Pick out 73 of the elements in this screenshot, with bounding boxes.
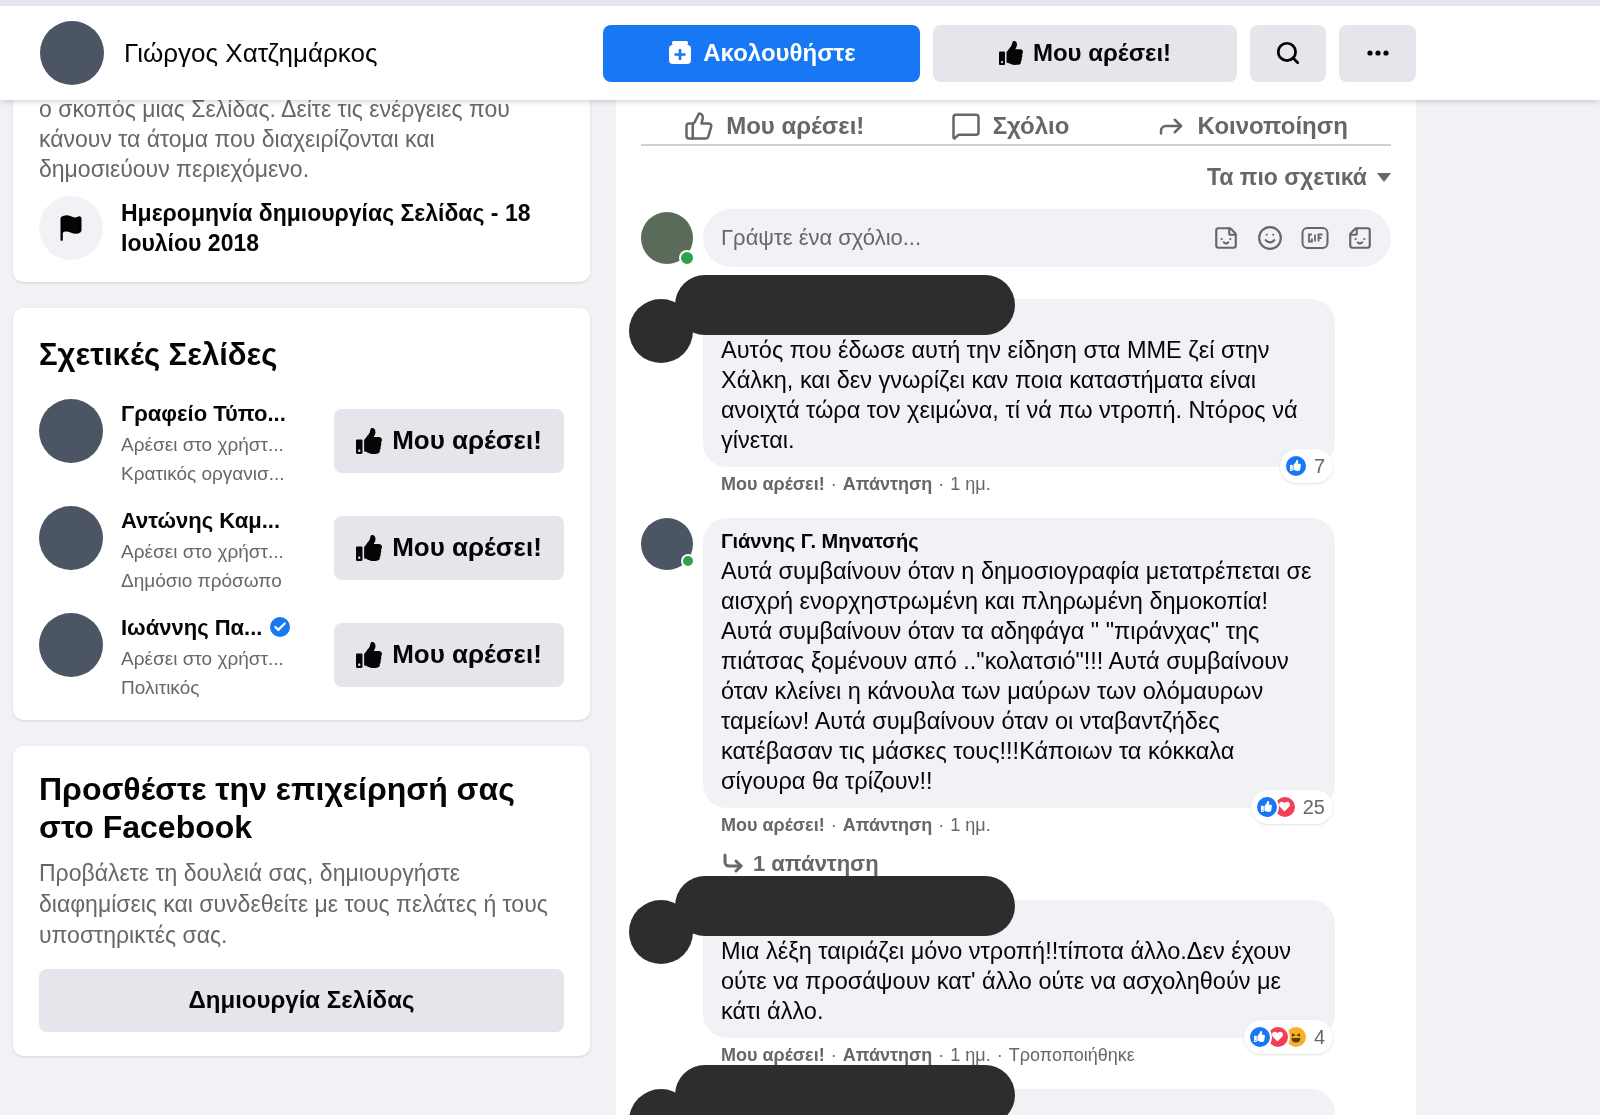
avatar-photo <box>641 517 693 570</box>
post-action-button[interactable]: Μου αρέσει! <box>684 108 865 144</box>
page-link[interactable]: Αντώνης Καμ... <box>121 503 281 537</box>
like-reaction-icon <box>1283 453 1308 478</box>
like-link[interactable]: Μου αρέσει! <box>721 1041 825 1069</box>
separator: · <box>830 472 837 496</box>
like-button[interactable]: Μου αρέσει! <box>334 622 564 687</box>
speech-bubble-icon <box>950 111 981 141</box>
caret-icon <box>1377 172 1391 182</box>
reaction-count-badge[interactable]: 4 <box>1243 1019 1333 1054</box>
like-button[interactable]: Μου αρέσει! <box>334 408 564 473</box>
page-link[interactable]: Ιωάννης Πα... <box>121 610 263 644</box>
separator: · <box>938 1043 945 1067</box>
separator: · <box>938 813 945 837</box>
separator: · <box>938 472 945 496</box>
page-category: Δημόσιο πρόσωπο <box>121 568 283 593</box>
like-link[interactable]: Μου αρέσει! <box>721 811 825 839</box>
page-category: Πολιτικός <box>121 675 201 700</box>
emoji-icon <box>1257 224 1283 251</box>
like-button[interactable]: Μου αρέσει! <box>334 515 564 580</box>
edited-label: Τροποποιήθηκε <box>1008 1043 1135 1067</box>
about-text: ο σκοπός μιας Σελίδας. Δείτε τις ενέργειες που κάνουν τα άτομα που διαχειρίζονται και δημοσιεύουν περιεχόμενο. <box>39 95 511 184</box>
reply-link[interactable]: Απάντηση <box>842 1041 933 1069</box>
follow-button[interactable]: Ακολουθήστε <box>603 24 920 82</box>
reply-link[interactable]: Απάντηση <box>842 811 933 839</box>
reaction-count: 4 <box>1313 1024 1325 1050</box>
post-action-button[interactable]: Σχόλιο <box>950 108 1070 144</box>
like-link[interactable]: Μου αρέσει! <box>721 470 825 498</box>
reaction-count-badge[interactable]: 7 <box>1279 448 1333 483</box>
card-text: Προβάλετε τη δουλειά σας, δημιουργήστε διαφημίσεις και συνδεθείτε με τους πελάτες ή τους υποστηρικτές σας. <box>39 858 549 950</box>
search-icon <box>1275 40 1301 66</box>
card-title: Σχετικές Σελίδες <box>39 336 279 374</box>
view-replies-link[interactable]: 1 απάντηση <box>703 846 879 880</box>
like-page-button[interactable]: Μου αρέσει! <box>933 24 1237 82</box>
comment-author[interactable]: Γιάννης Γ. Μηνατσής <box>721 525 1317 556</box>
separator: · <box>996 1043 1003 1067</box>
more-icon <box>1366 50 1389 56</box>
search-button[interactable] <box>1250 24 1326 82</box>
comment-time: 1 ημ. <box>950 1043 991 1067</box>
post-action-button[interactable]: Κοινοποίηση <box>1155 108 1348 144</box>
sticker-icon <box>1213 224 1239 251</box>
thumbs-up-icon <box>684 111 715 141</box>
thumbs-up-icon <box>998 41 1023 65</box>
follow-icon <box>667 40 694 66</box>
reaction-count: 25 <box>1302 794 1325 820</box>
page-info: Αρέσει στο χρήστ... <box>121 646 285 671</box>
thumbs-up-icon <box>356 427 383 454</box>
card-title: Προσθέστε την επιχείρησή σας στο Facebook <box>39 769 516 846</box>
comment-time: 1 ημ. <box>950 472 991 496</box>
reaction-count-badge[interactable]: 25 <box>1250 789 1333 824</box>
thumbs-up-icon <box>356 641 383 668</box>
comment-field[interactable]: Γράψτε ένα σχόλιο... <box>703 208 1391 267</box>
thumbs-up-icon <box>356 534 383 561</box>
separator: · <box>830 813 837 837</box>
comment-input[interactable]: Γράψτε ένα σχόλιο... <box>721 221 1213 254</box>
sticker-icon <box>1347 224 1373 251</box>
page-category: Κρατικός οργανισ... <box>121 461 286 486</box>
like-reaction-icon <box>1247 1024 1272 1049</box>
comment-time: 1 ημ. <box>950 813 991 837</box>
creation-date: Ημερομηνία δημιουργίας Σελίδας - 18 Ιουλίου 2018 <box>121 199 532 258</box>
page-name: Γιώργος Χατζημάρκος <box>124 36 379 70</box>
page-link[interactable]: Γραφείο Τύπο... <box>121 396 286 430</box>
create-page-button[interactable]: Δημιουργία Σελίδας <box>39 968 564 1032</box>
avatar-photo <box>641 211 693 264</box>
sort-dropdown[interactable]: Τα πιο σχετικά <box>1206 160 1391 195</box>
like-reaction-icon <box>1254 794 1279 819</box>
separator: · <box>830 1043 837 1067</box>
reply-arrow-icon <box>721 851 745 875</box>
reaction-count: 7 <box>1313 453 1325 479</box>
reply-link[interactable]: Απάντηση <box>842 470 933 498</box>
page-info: Αρέσει στο χρήστ... <box>121 432 285 457</box>
page-info: Αρέσει στο χρήστ... <box>121 539 285 564</box>
gif-icon <box>1301 224 1329 251</box>
